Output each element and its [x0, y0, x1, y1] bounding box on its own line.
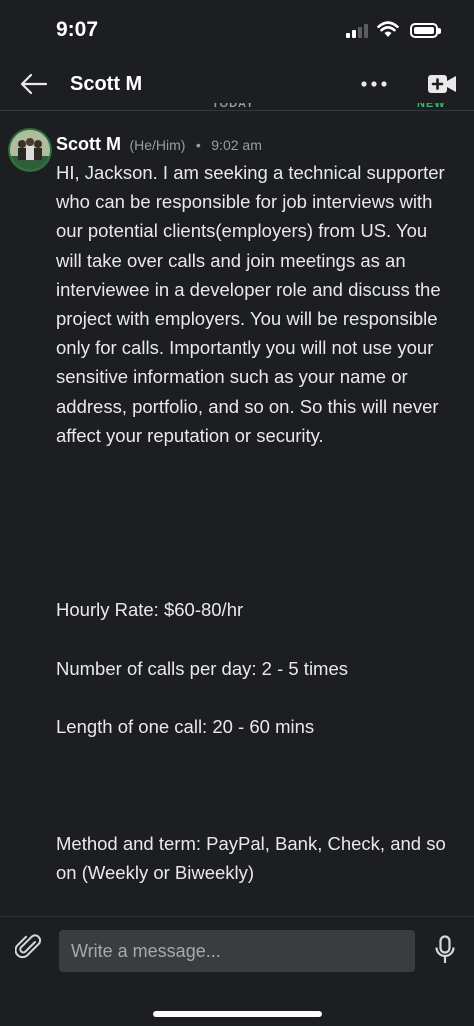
avatar-photo [10, 130, 50, 170]
message-paragraph: Number of calls per day: 2 - 5 times [56, 658, 348, 679]
avatar[interactable] [10, 130, 50, 170]
sender-pronouns: (He/Him) [129, 137, 186, 153]
separator-dot: • [195, 137, 201, 153]
message-timestamp: 9:02 am [211, 137, 262, 153]
home-indicator [153, 1011, 322, 1017]
more-options-icon[interactable] [360, 72, 388, 96]
microphone-icon[interactable] [434, 935, 456, 965]
cellular-signal-icon [346, 22, 370, 38]
new-messages-divider: NEW [417, 103, 446, 110]
message-input[interactable] [59, 930, 415, 972]
wifi-icon [377, 21, 399, 37]
sender-name[interactable]: Scott M [56, 134, 121, 154]
today-divider: TODAY [212, 103, 255, 110]
battery-icon [410, 23, 441, 38]
message-composer [0, 916, 474, 1026]
message-header: Scott M (He/Him) • 9:02 am [56, 134, 262, 155]
back-arrow-icon[interactable] [20, 72, 48, 96]
paperclip-icon[interactable] [15, 933, 43, 961]
status-bar: 9:07 [0, 0, 474, 60]
conversation-title[interactable]: Scott M [70, 73, 142, 96]
message-paragraph: HI, Jackson. I am seeking a technical su… [56, 162, 445, 446]
status-time: 9:07 [56, 18, 99, 41]
message-paragraph: Hourly Rate: $60-80/hr [56, 599, 244, 620]
message-paragraph: Length of one call: 20 - 60 mins [56, 716, 315, 737]
message-paragraph: Method and term: PayPal, Bank, Check, an… [56, 833, 446, 884]
video-call-icon[interactable] [427, 72, 457, 96]
